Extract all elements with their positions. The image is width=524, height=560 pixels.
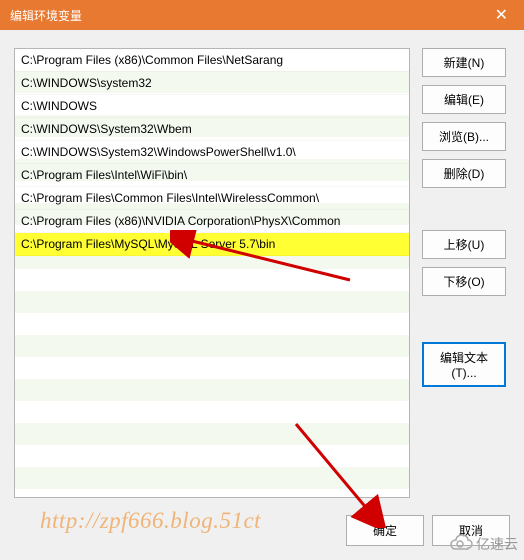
edittext-button[interactable]: 编辑文本(T)...: [422, 342, 506, 387]
list-item[interactable]: C:\WINDOWS\System32\Wbem: [15, 118, 409, 141]
dialog-content: C:\Program Files (x86)\Common Files\NetS…: [0, 30, 524, 560]
list-item[interactable]: C:\WINDOWS\system32: [15, 72, 409, 95]
edit-button[interactable]: 编辑(E): [422, 85, 506, 114]
footer-buttons: 确定 取消: [346, 515, 510, 546]
movedown-button[interactable]: 下移(O): [422, 267, 506, 296]
button-sidebar: 新建(N) 编辑(E) 浏览(B)... 删除(D) 上移(U) 下移(O) 编…: [422, 48, 506, 546]
list-item[interactable]: C:\WINDOWS\System32\WindowsPowerShell\v1…: [15, 141, 409, 164]
path-listbox[interactable]: C:\Program Files (x86)\Common Files\NetS…: [14, 48, 410, 498]
list-item[interactable]: C:\WINDOWS: [15, 95, 409, 118]
window-titlebar: 编辑环境变量 ✕: [0, 0, 524, 30]
window-title: 编辑环境变量: [10, 7, 82, 24]
list-item[interactable]: C:\Program Files\MySQL\MySQL Server 5.7\…: [15, 233, 409, 256]
browse-button[interactable]: 浏览(B)...: [422, 122, 506, 151]
cancel-button[interactable]: 取消: [432, 515, 510, 546]
list-item[interactable]: C:\Program Files (x86)\Common Files\NetS…: [15, 49, 409, 72]
delete-button[interactable]: 删除(D): [422, 159, 506, 188]
list-item[interactable]: C:\Program Files\Common Files\Intel\Wire…: [15, 187, 409, 210]
moveup-button[interactable]: 上移(U): [422, 230, 506, 259]
ok-button[interactable]: 确定: [346, 515, 424, 546]
close-icon[interactable]: ✕: [489, 5, 514, 25]
list-item[interactable]: C:\Program Files (x86)\NVIDIA Corporatio…: [15, 210, 409, 233]
list-item[interactable]: C:\Program Files\Intel\WiFi\bin\: [15, 164, 409, 187]
new-button[interactable]: 新建(N): [422, 48, 506, 77]
